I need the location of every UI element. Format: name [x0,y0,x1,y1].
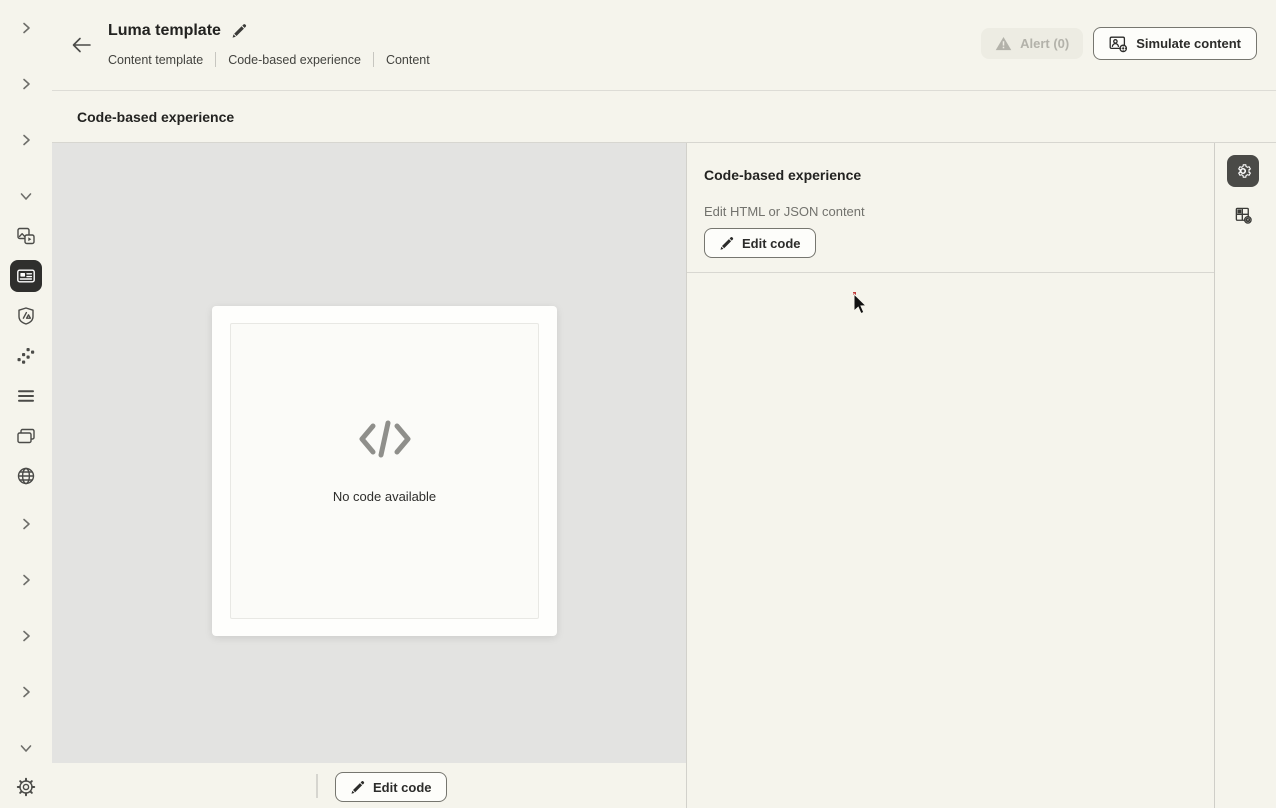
breadcrumb-divider [372,52,374,67]
edit-code-button-footer[interactable]: Edit code [335,772,447,802]
canvas-footer: Edit code [52,763,686,808]
app-window: Luma template Content template Code-base… [0,0,1276,808]
section-header: Code-based experience [52,91,1276,142]
tab-content-template[interactable]: Content template [108,53,203,67]
edit-code-footer-label: Edit code [373,779,432,795]
workspace: No code available Edit code Code-based e… [52,142,1276,808]
chevron-right-icon[interactable] [10,564,42,596]
tab-content[interactable]: Content [386,53,430,67]
panel-title: Code-based experience [704,167,862,183]
chevron-right-icon[interactable] [10,676,42,708]
panel-subtitle: Edit HTML or JSON content [704,204,865,219]
tab-code-based-experience[interactable]: Code-based experience [228,53,361,67]
section-title: Code-based experience [77,108,235,125]
chevron-down-icon[interactable] [10,180,42,212]
page-title: Luma template [108,22,221,39]
chevron-right-icon[interactable] [10,620,42,652]
decision-dots-icon[interactable] [10,340,42,372]
empty-state-label: No code available [332,489,437,504]
empty-code-placeholder: No code available [230,323,539,619]
list-rows-icon[interactable] [10,380,42,412]
content-components-icon[interactable] [1227,199,1259,231]
warning-triangle-icon [995,36,1012,51]
simulate-content-label: Simulate content [1136,36,1241,51]
preview-canvas: No code available [52,143,686,763]
simulate-content-icon [1109,36,1128,52]
pencil-icon [720,236,734,250]
breadcrumb-divider [215,52,217,67]
chevron-right-icon[interactable] [10,12,42,44]
alert-button[interactable]: Alert (0) [981,28,1084,59]
alert-button-label: Alert (0) [1020,36,1070,51]
media-assets-icon[interactable] [10,220,42,252]
chevron-right-icon[interactable] [10,508,42,540]
settings-gear-icon[interactable] [10,771,42,803]
edit-code-button-panel[interactable]: Edit code [704,228,816,258]
simulate-content-button[interactable]: Simulate content [1093,27,1257,60]
overlapping-cards-icon[interactable] [10,420,42,452]
chevron-down-icon[interactable] [10,732,42,764]
settings-panel: Code-based experience Edit HTML or JSON … [686,143,1215,808]
globe-icon[interactable] [10,460,42,492]
page-header: Luma template Content template Code-base… [52,0,1276,90]
right-icon-rail [1215,143,1276,808]
panel-settings-gear-icon[interactable] [1227,155,1259,187]
pencil-icon [351,780,365,794]
code-settings-section: Code-based experience Edit HTML or JSON … [687,143,1214,273]
edit-title-pencil-icon[interactable] [231,23,247,39]
chevron-right-icon[interactable] [10,124,42,156]
back-button[interactable] [68,32,94,58]
left-nav-rail [0,0,52,808]
code-brackets-icon [357,418,413,465]
edit-code-panel-label: Edit code [742,235,801,251]
brand-shield-icon[interactable] [10,300,42,332]
content-preview-card: No code available [212,306,557,636]
chevron-right-icon[interactable] [10,68,42,100]
breadcrumb: Content template Code-based experience C… [108,51,430,68]
footer-divider [316,774,318,798]
content-templates-icon[interactable] [10,260,42,292]
